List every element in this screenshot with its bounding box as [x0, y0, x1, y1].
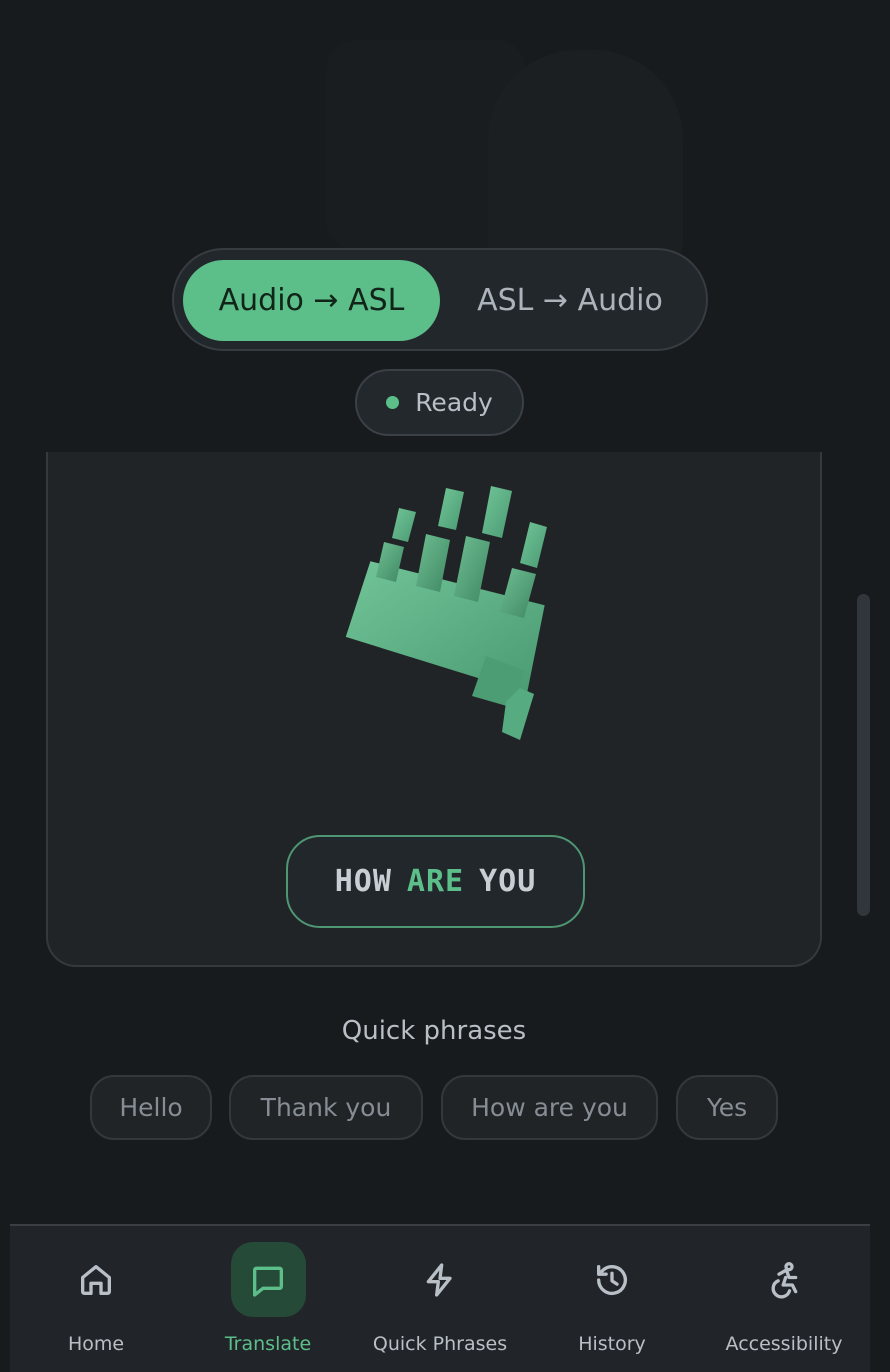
status-label: Ready — [415, 388, 493, 417]
nav-label: Quick Phrases — [372, 1333, 508, 1355]
quick-phrase-chip[interactable]: Hello — [90, 1075, 212, 1140]
quick-phrases-title: Quick phrases — [341, 1016, 527, 1046]
audio-to-asl-button[interactable]: Audio → ASL — [183, 260, 440, 341]
caption-word: YOU — [479, 864, 537, 899]
asl-avatar-viewer: HOW ARE YOU — [46, 452, 822, 967]
hand-3d-icon — [345, 486, 547, 740]
nav-item-translate[interactable]: Translate — [182, 1226, 354, 1372]
quick-phrase-chip[interactable]: Yes — [676, 1075, 778, 1140]
scrollbar[interactable] — [857, 594, 870, 916]
nav-label: Translate — [224, 1333, 312, 1355]
asl-to-audio-button[interactable]: ASL → Audio — [450, 260, 690, 341]
lightning-icon — [426, 1262, 452, 1297]
nav-item-home[interactable]: Home — [10, 1226, 182, 1372]
history-icon — [597, 1264, 627, 1295]
nav-item-accessibility[interactable]: Accessibility — [698, 1226, 870, 1372]
background-shape — [488, 50, 683, 280]
caption-word: HOW — [334, 864, 392, 899]
bottom-navigation: Home Translate Quick Phrases History Acc… — [10, 1224, 870, 1372]
chat-bubble-icon — [253, 1266, 283, 1297]
caption-word-active: ARE — [406, 864, 465, 899]
quick-phrase-chip[interactable]: Thank you — [229, 1075, 423, 1140]
home-icon — [81, 1264, 112, 1295]
nav-label: History — [578, 1333, 646, 1355]
quick-phrase-chip[interactable]: How are you — [441, 1075, 658, 1140]
status-badge: Ready — [355, 369, 524, 436]
nav-label: Accessibility — [725, 1333, 843, 1355]
translation-mode-toggle: Audio → ASL ASL → Audio — [172, 248, 708, 351]
accessibility-icon — [771, 1261, 798, 1298]
nav-label: Home — [67, 1333, 125, 1355]
status-dot-icon — [386, 396, 400, 409]
nav-item-quick-phrases[interactable]: Quick Phrases — [354, 1226, 526, 1372]
nav-item-history[interactable]: History — [526, 1226, 698, 1372]
caption-display: HOW ARE YOU — [286, 835, 585, 928]
